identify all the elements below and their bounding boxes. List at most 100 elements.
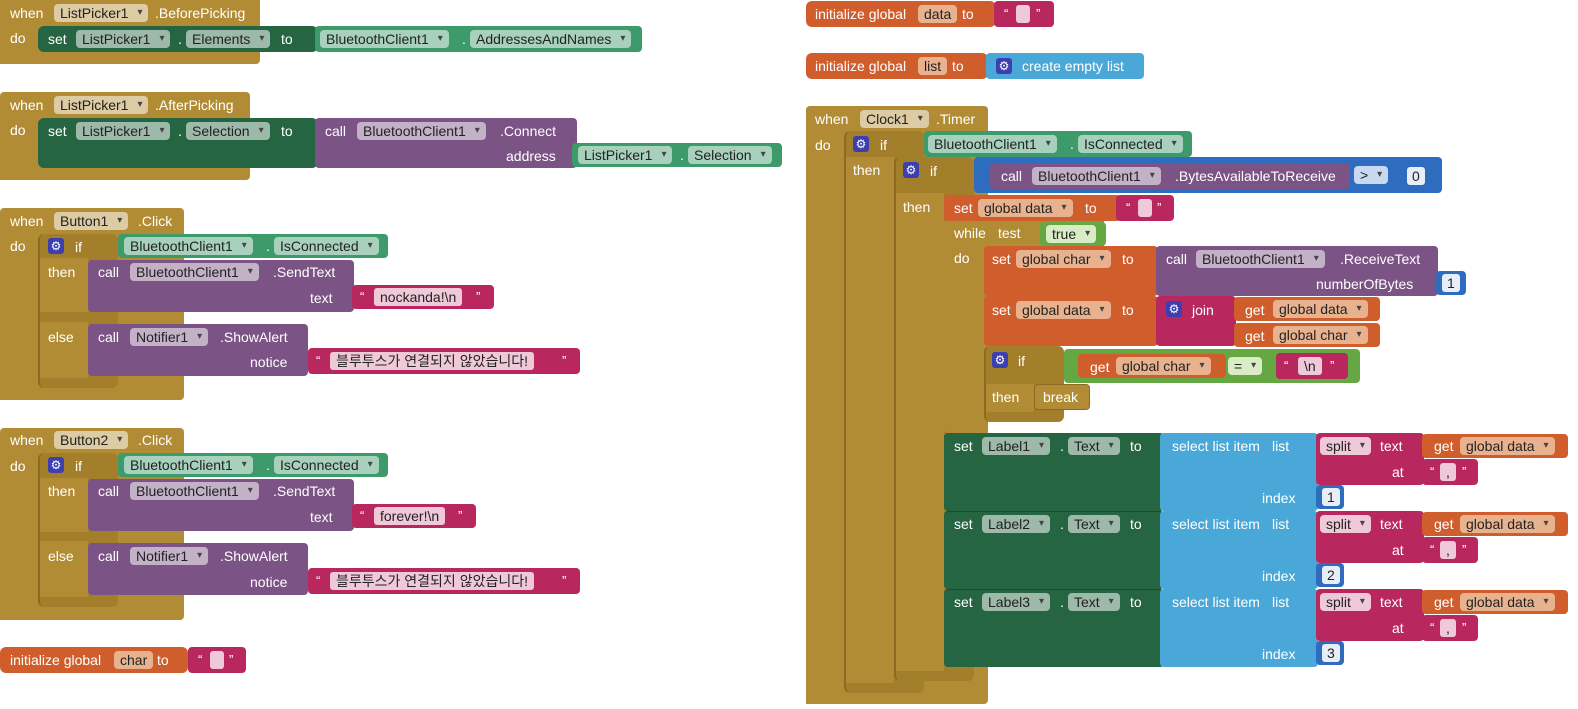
component-dropdown[interactable]: BluetoothClient1 bbox=[1032, 167, 1161, 185]
component-dropdown[interactable]: Label1 bbox=[982, 437, 1051, 455]
property-dropdown[interactable]: IsConnected bbox=[274, 237, 379, 255]
method-name: .SendText bbox=[273, 264, 336, 280]
string-field[interactable] bbox=[1016, 5, 1030, 23]
variable-dropdown[interactable]: global char bbox=[1116, 357, 1211, 375]
gear-icon[interactable]: ⚙ bbox=[992, 352, 1008, 368]
gear-icon[interactable]: ⚙ bbox=[48, 457, 64, 473]
variable-name-field[interactable]: char bbox=[114, 651, 154, 669]
to-keyword: to bbox=[962, 6, 974, 22]
list-param: list bbox=[1272, 438, 1290, 454]
operator-dropdown[interactable]: = bbox=[1228, 357, 1263, 375]
do-keyword: do bbox=[10, 238, 26, 254]
number-field[interactable]: 0 bbox=[1407, 167, 1425, 185]
number-field[interactable]: 1 bbox=[1442, 274, 1460, 292]
split-dropdown[interactable]: split bbox=[1320, 437, 1371, 455]
open-quote: “ bbox=[1004, 6, 1009, 21]
list-param: list bbox=[1272, 594, 1290, 610]
component-dropdown[interactable]: BluetoothClient1 bbox=[1196, 250, 1325, 268]
property-dropdown[interactable]: Selection bbox=[186, 122, 270, 140]
variable-dropdown[interactable]: global data bbox=[1460, 593, 1555, 611]
at-param: at bbox=[1392, 620, 1404, 636]
do-keyword: do bbox=[10, 458, 26, 474]
component-dropdown[interactable]: ListPicker1 bbox=[578, 146, 673, 164]
close-quote: ” bbox=[1462, 542, 1467, 557]
open-quote: “ bbox=[1430, 620, 1435, 635]
component-dropdown[interactable]: ListPicker1 bbox=[76, 122, 171, 140]
property-dropdown[interactable]: Text bbox=[1068, 437, 1120, 455]
event-name: .Click bbox=[138, 432, 173, 448]
gear-icon[interactable]: ⚙ bbox=[48, 238, 64, 254]
component-dropdown[interactable]: BluetoothClient1 bbox=[130, 263, 259, 281]
component-dropdown[interactable]: BluetoothClient1 bbox=[357, 122, 486, 140]
component-dropdown[interactable]: ListPicker1 bbox=[54, 4, 149, 22]
string-field[interactable]: , bbox=[1440, 463, 1456, 481]
component-dropdown[interactable]: ListPicker1 bbox=[54, 96, 149, 114]
string-field[interactable]: 블루투스가 연결되지 않았습니다! bbox=[330, 352, 534, 370]
init-keyword: initialize global bbox=[815, 58, 907, 74]
component-dropdown[interactable]: ListPicker1 bbox=[76, 30, 171, 48]
while-keyword: while bbox=[954, 225, 986, 241]
component-dropdown[interactable]: BluetoothClient1 bbox=[124, 456, 253, 474]
do-keyword: do bbox=[10, 122, 26, 138]
gear-icon[interactable]: ⚙ bbox=[1166, 301, 1182, 317]
variable-dropdown[interactable]: global data bbox=[978, 199, 1073, 217]
component-dropdown[interactable]: Label2 bbox=[982, 515, 1051, 533]
component-dropdown[interactable]: Label3 bbox=[982, 593, 1051, 611]
component-dropdown[interactable]: Notifier1 bbox=[130, 547, 209, 565]
string-field[interactable]: , bbox=[1440, 619, 1456, 637]
dot: . bbox=[1070, 136, 1074, 152]
number-field[interactable]: 1 bbox=[1322, 488, 1340, 506]
else-keyword: else bbox=[48, 548, 74, 564]
string-field[interactable] bbox=[210, 651, 224, 669]
split-dropdown[interactable]: split bbox=[1320, 515, 1371, 533]
close-quote: ” bbox=[476, 289, 481, 304]
variable-name-field[interactable]: data bbox=[918, 5, 958, 23]
component-dropdown[interactable]: Button1 bbox=[54, 212, 129, 230]
variable-dropdown[interactable]: global char bbox=[1016, 250, 1111, 268]
component-dropdown[interactable]: Button2 bbox=[54, 431, 129, 449]
string-field[interactable] bbox=[1138, 199, 1152, 217]
boolean-dropdown[interactable]: true bbox=[1046, 225, 1097, 243]
variable-dropdown[interactable]: global data bbox=[1460, 437, 1555, 455]
property-dropdown[interactable]: IsConnected bbox=[274, 456, 379, 474]
component-dropdown[interactable]: BluetoothClient1 bbox=[928, 135, 1057, 153]
string-field[interactable]: 블루투스가 연결되지 않았습니다! bbox=[330, 572, 534, 590]
string-field[interactable]: , bbox=[1440, 541, 1456, 559]
component-dropdown[interactable]: Clock1 bbox=[860, 110, 929, 128]
open-quote: “ bbox=[316, 353, 321, 368]
property-dropdown[interactable]: AddressesAndNames bbox=[470, 30, 632, 48]
address-label: address bbox=[506, 148, 556, 164]
component-dropdown[interactable]: BluetoothClient1 bbox=[130, 482, 259, 500]
property-dropdown[interactable]: Text bbox=[1068, 515, 1120, 533]
component-dropdown[interactable]: BluetoothClient1 bbox=[124, 237, 253, 255]
string-field[interactable]: forever!\n bbox=[374, 507, 446, 525]
string-field[interactable]: nockanda!\n bbox=[374, 288, 463, 306]
number-field[interactable]: 3 bbox=[1322, 644, 1340, 662]
variable-name-field[interactable]: list bbox=[918, 57, 948, 75]
event-name: .BeforePicking bbox=[155, 5, 246, 21]
number-field[interactable]: 2 bbox=[1322, 566, 1340, 584]
property-dropdown[interactable]: Elements bbox=[186, 30, 271, 48]
property-dropdown[interactable]: IsConnected bbox=[1078, 135, 1183, 153]
split-dropdown[interactable]: split bbox=[1320, 593, 1371, 611]
property-dropdown[interactable]: Selection bbox=[688, 146, 772, 164]
gear-icon[interactable]: ⚙ bbox=[853, 136, 869, 152]
variable-dropdown[interactable]: global data bbox=[1273, 300, 1368, 318]
variable-dropdown[interactable]: global data bbox=[1460, 515, 1555, 533]
then-keyword: then bbox=[903, 199, 931, 215]
component-dropdown[interactable]: Notifier1 bbox=[130, 328, 209, 346]
close-quote: ” bbox=[229, 652, 234, 667]
if-keyword: if bbox=[880, 137, 887, 153]
variable-dropdown[interactable]: global data bbox=[1016, 301, 1111, 319]
string-field[interactable]: \n bbox=[1298, 357, 1322, 375]
property-dropdown[interactable]: Text bbox=[1068, 593, 1120, 611]
component-dropdown[interactable]: BluetoothClient1 bbox=[320, 30, 449, 48]
to-keyword: to bbox=[1130, 438, 1142, 454]
gear-icon[interactable]: ⚙ bbox=[996, 58, 1012, 74]
operator-dropdown[interactable]: > bbox=[1354, 166, 1389, 184]
set-keyword: set bbox=[48, 123, 67, 139]
variable-dropdown[interactable]: global char bbox=[1273, 326, 1368, 344]
do-keyword: do bbox=[954, 250, 970, 266]
gear-icon[interactable]: ⚙ bbox=[903, 162, 919, 178]
list-param: list bbox=[1272, 516, 1290, 532]
